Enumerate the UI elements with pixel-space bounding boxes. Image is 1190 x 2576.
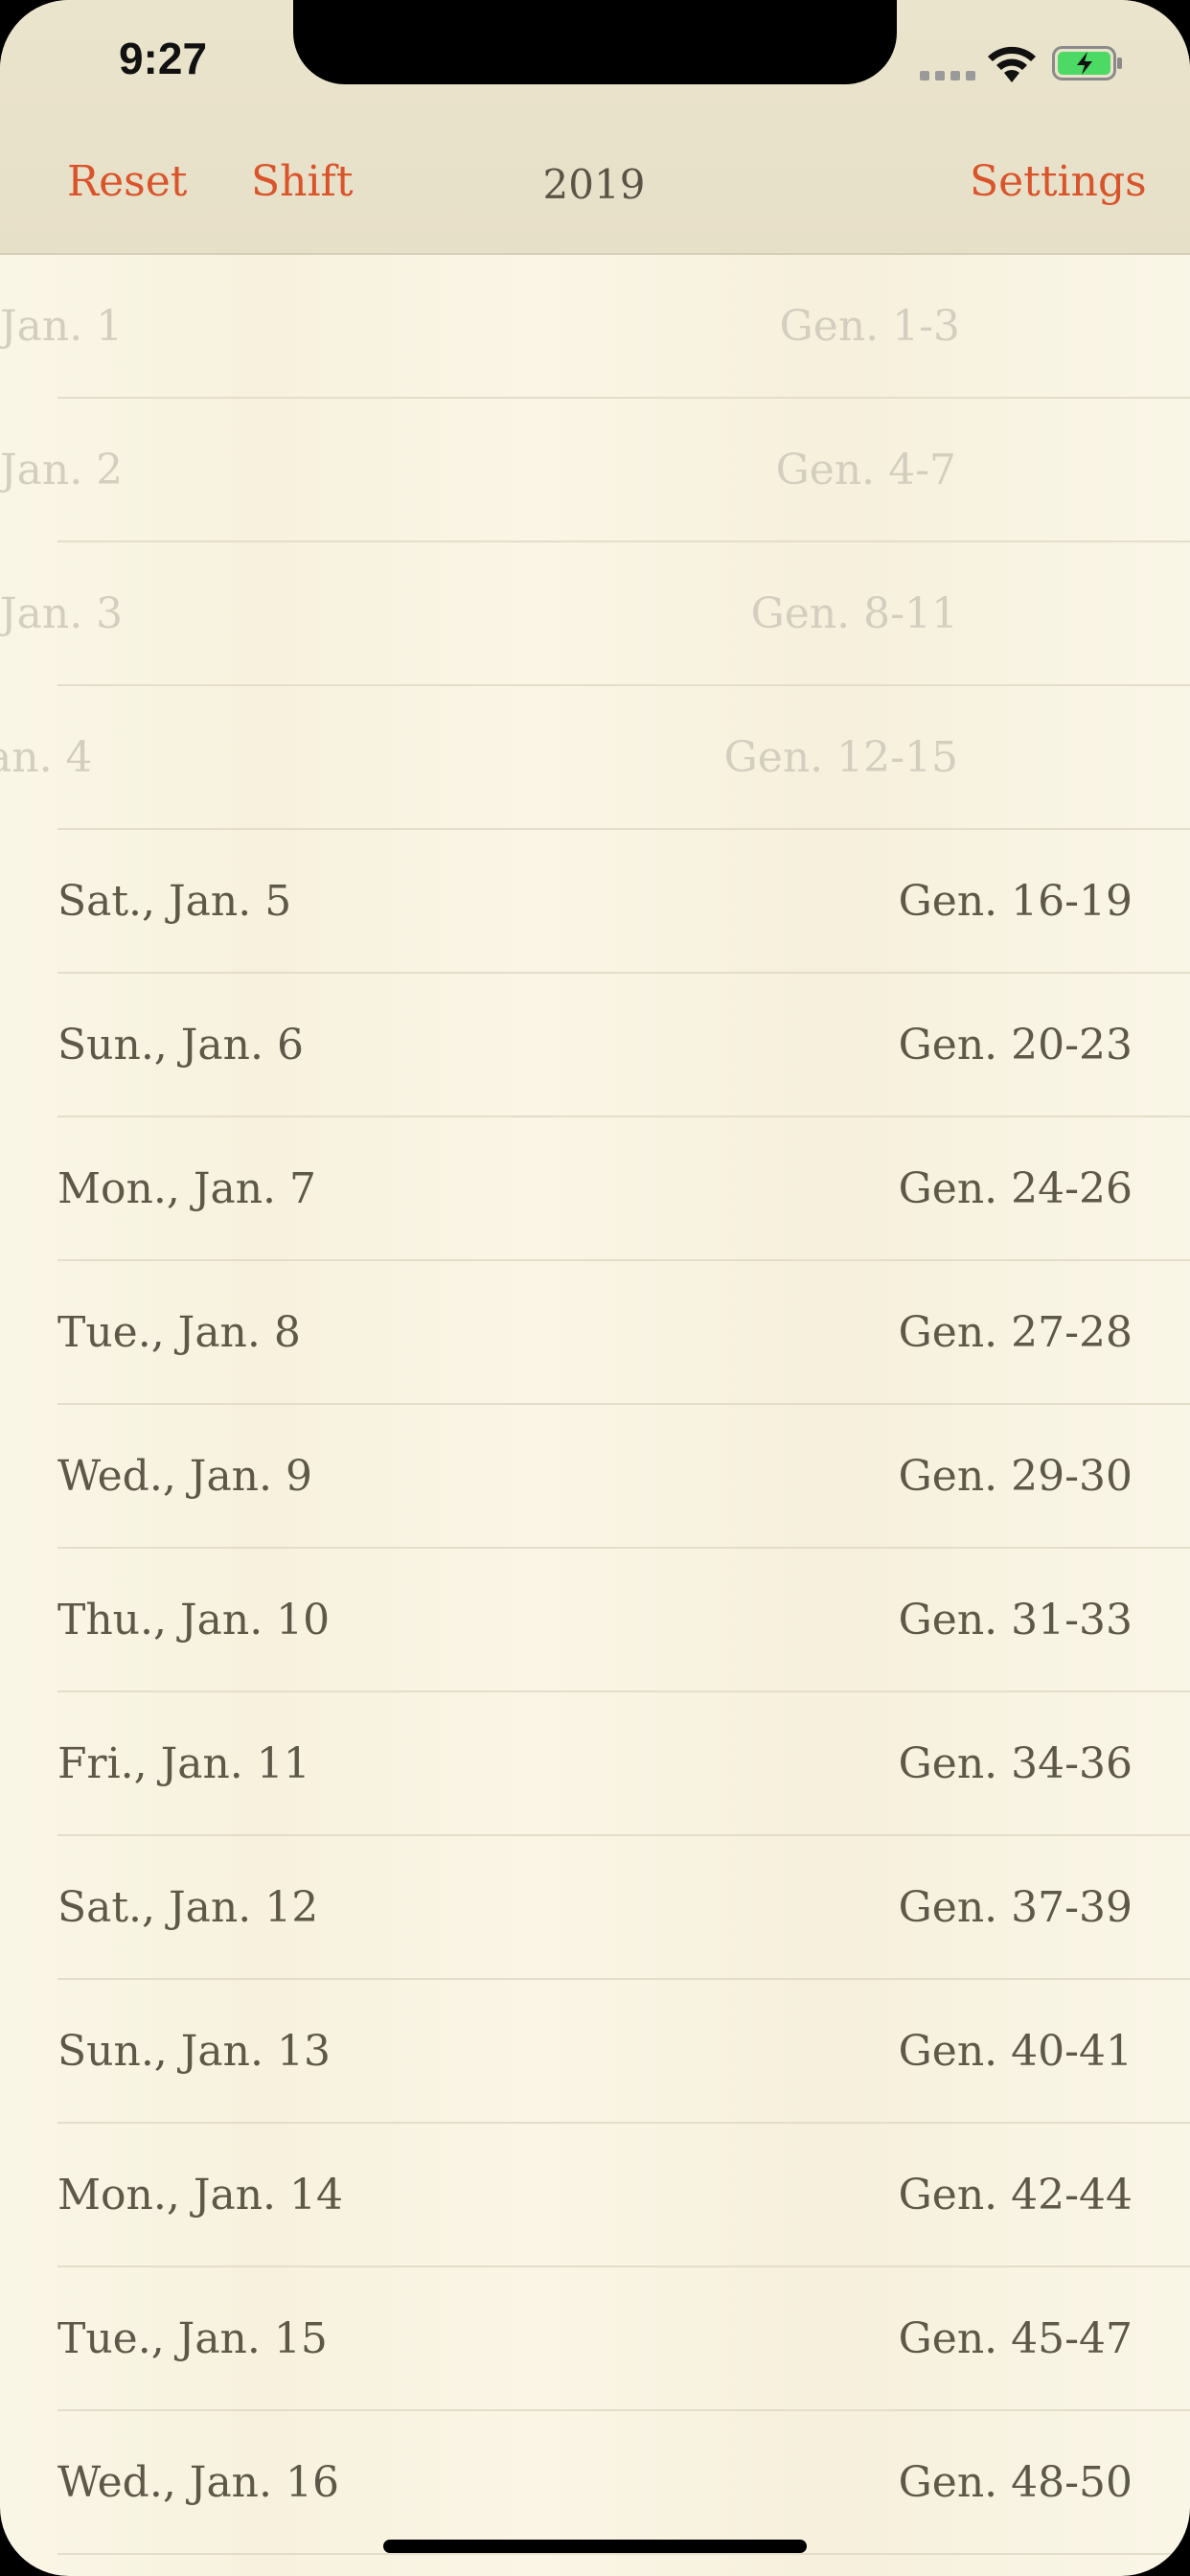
- reading-passage: Gen. 48-50: [898, 2458, 1133, 2507]
- wifi-icon: [988, 46, 1036, 82]
- reading-date: Mon., Jan. 7: [57, 1164, 317, 1213]
- reading-passage: Gen. 12-15: [723, 733, 958, 782]
- reading-date: Jan. 2: [0, 446, 124, 494]
- reading-list: Jan. 1 Gen. 1-3 Jan. 2 Gen. 4-7 Jan. 3 G…: [0, 255, 1190, 2555]
- reading-date: Jan. 1: [0, 302, 124, 351]
- reading-date: Tue., Jan. 8: [57, 1308, 301, 1357]
- reading-passage: Gen. 1-3: [779, 302, 960, 351]
- reading-date: Fri., Jan. 11: [57, 1739, 310, 1788]
- top-bar: 9:27 Reset Shift 2019 Settings: [0, 0, 1190, 255]
- settings-button[interactable]: Settings: [970, 161, 1147, 203]
- reading-passage: Gen. 4-7: [775, 446, 956, 494]
- reading-row[interactable]: Tue., Jan. 8 Gen. 27-28: [0, 1261, 1190, 1405]
- battery-charging-icon: [1052, 46, 1122, 80]
- reading-row[interactable]: an. 4 Gen. 12-15: [0, 686, 1190, 830]
- status-time: 9:27: [118, 34, 208, 83]
- year-title: 2019: [542, 161, 646, 208]
- reading-row[interactable]: Wed., Jan. 9 Gen. 29-30: [0, 1405, 1190, 1549]
- reading-date: Sat., Jan. 5: [57, 877, 292, 926]
- reading-row[interactable]: Sat., Jan. 12 Gen. 37-39: [0, 1836, 1190, 1980]
- shift-button[interactable]: Shift: [251, 161, 354, 203]
- reading-passage: Gen. 27-28: [898, 1308, 1133, 1357]
- reading-row[interactable]: Thu., Jan. 10 Gen. 31-33: [0, 1549, 1190, 1692]
- reading-row[interactable]: Wed., Jan. 16 Gen. 48-50: [0, 2411, 1190, 2555]
- reading-row[interactable]: Jan. 2 Gen. 4-7: [0, 399, 1190, 542]
- reading-row[interactable]: Mon., Jan. 7 Gen. 24-26: [0, 1117, 1190, 1261]
- reading-date: Tue., Jan. 15: [57, 2314, 328, 2363]
- reading-passage: Gen. 45-47: [898, 2314, 1133, 2363]
- reset-button[interactable]: Reset: [67, 161, 187, 203]
- reading-date: Sat., Jan. 12: [57, 1883, 319, 1932]
- reading-passage: Gen. 40-41: [898, 2027, 1133, 2076]
- reading-row[interactable]: Fri., Jan. 11 Gen. 34-36: [0, 1692, 1190, 1836]
- reading-row[interactable]: Sat., Jan. 5 Gen. 16-19: [0, 830, 1190, 974]
- reading-passage: Gen. 8-11: [750, 589, 958, 638]
- home-indicator[interactable]: [383, 2540, 807, 2553]
- reading-row[interactable]: Jan. 3 Gen. 8-11: [0, 542, 1190, 686]
- reading-row[interactable]: Jan. 1 Gen. 1-3: [0, 255, 1190, 399]
- notch: [293, 0, 897, 84]
- reading-passage: Gen. 37-39: [898, 1883, 1133, 1932]
- reading-date: Jan. 3: [0, 589, 124, 638]
- reading-passage: Gen. 29-30: [898, 1452, 1133, 1501]
- reading-passage: Gen. 42-44: [898, 2171, 1133, 2220]
- app-screen: 9:27 Reset Shift 2019 Settings Jan. 1 Ge…: [0, 0, 1190, 2576]
- reading-row[interactable]: Tue., Jan. 15 Gen. 45-47: [0, 2267, 1190, 2411]
- reading-row[interactable]: Sun., Jan. 6 Gen. 20-23: [0, 974, 1190, 1117]
- reading-date: Wed., Jan. 9: [57, 1452, 312, 1501]
- reading-passage: Gen. 34-36: [898, 1739, 1133, 1788]
- cellular-signal-icon: [920, 69, 975, 80]
- reading-passage: Gen. 16-19: [898, 877, 1133, 926]
- reading-row[interactable]: Mon., Jan. 14 Gen. 42-44: [0, 2124, 1190, 2267]
- reading-date: Wed., Jan. 16: [57, 2458, 339, 2507]
- reading-date: Sun., Jan. 13: [57, 2027, 331, 2076]
- reading-date: an. 4: [0, 733, 93, 782]
- reading-date: Mon., Jan. 14: [57, 2171, 344, 2220]
- reading-passage: Gen. 31-33: [898, 1596, 1133, 1644]
- reading-date: Sun., Jan. 6: [57, 1021, 304, 1070]
- reading-passage: Gen. 20-23: [898, 1021, 1133, 1070]
- reading-passage: Gen. 24-26: [898, 1164, 1133, 1213]
- reading-date: Thu., Jan. 10: [57, 1596, 331, 1644]
- reading-row[interactable]: Sun., Jan. 13 Gen. 40-41: [0, 1980, 1190, 2124]
